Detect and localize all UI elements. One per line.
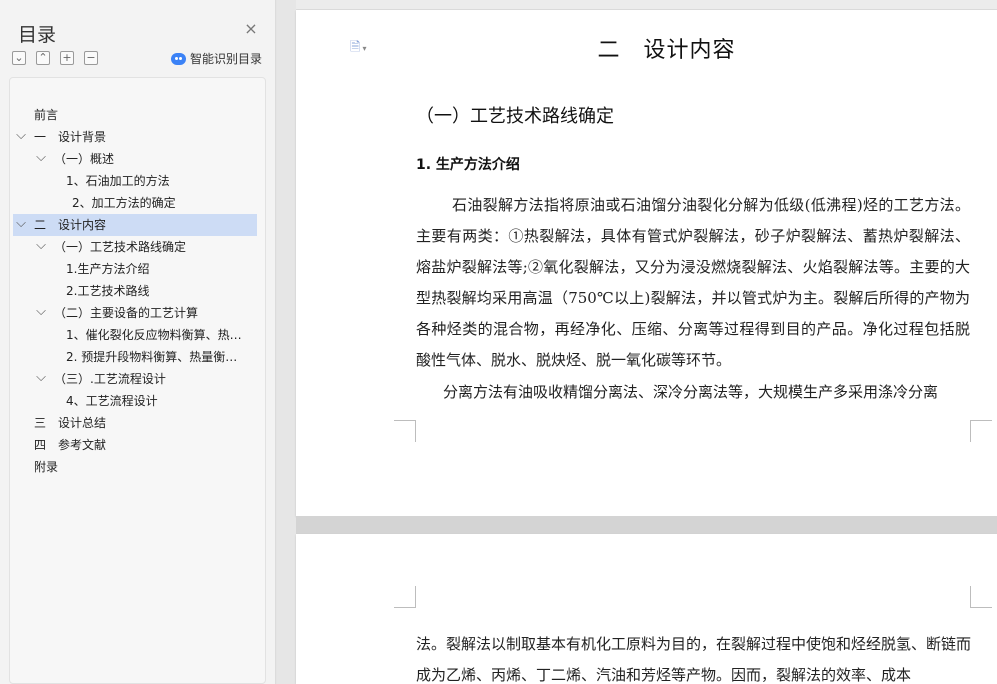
- margin-corner-mark: [394, 420, 416, 442]
- toc-item-label: 1、催化裂化反应物料衡算、热…: [66, 328, 242, 342]
- toc-item-label: （二）主要设备的工艺计算: [54, 306, 199, 320]
- paragraph: 法。裂解法以制取基本有机化工原料为目的，在裂解过程中使饱和烃经脱氢、断链而成为乙…: [416, 635, 972, 684]
- margin-corner-mark: [970, 586, 992, 608]
- margin-corner-mark: [394, 586, 416, 608]
- sidebar-splitter[interactable]: [277, 0, 296, 684]
- expand-all-icon[interactable]: ⌄: [12, 51, 26, 65]
- margin-corner-mark: [970, 420, 992, 442]
- toc-item[interactable]: 二 设计内容: [13, 214, 257, 236]
- close-icon[interactable]: ×: [244, 21, 258, 37]
- ai-cloud-icon: [171, 52, 186, 65]
- paragraph: 分离方法有油吸收精馏分离法、深冷分离法等，大规模生产多采用涤冷分离: [443, 383, 939, 401]
- chevron-down-icon[interactable]: [15, 214, 27, 236]
- toc-item[interactable]: 4、工艺流程设计: [13, 390, 257, 412]
- smart-toc-label: 智能识别目录: [190, 52, 263, 66]
- toc-item-label: 1.生产方法介绍: [66, 262, 150, 276]
- chevron-down-icon[interactable]: [35, 368, 47, 390]
- toc-item-label: （一）概述: [54, 152, 115, 166]
- smart-toc-button[interactable]: 智能识别目录: [171, 50, 262, 67]
- toc-item[interactable]: 2、加工方法的确定: [13, 192, 257, 214]
- toc-item[interactable]: 2. 预提升段物料衡算、热量衡…: [13, 346, 257, 368]
- chevron-down-icon[interactable]: [15, 126, 27, 148]
- chevron-down-icon[interactable]: [35, 236, 47, 258]
- toc-item[interactable]: （三）.工艺流程设计: [13, 368, 257, 390]
- toc-item[interactable]: 1、石油加工的方法: [13, 170, 257, 192]
- toc-item[interactable]: 1、催化裂化反应物料衡算、热…: [13, 324, 257, 346]
- toc-toolbar: ⌄ ⌃ + −: [12, 51, 98, 65]
- chevron-down-icon[interactable]: [35, 302, 47, 324]
- paragraph: 石油裂解方法指将原油或石油馏分油裂化分解为低级(低沸程)烃的工艺方法。主要有两类…: [416, 196, 970, 369]
- section-heading: （一）工艺技术路线确定: [416, 106, 614, 127]
- toc-item-label: 三 设计总结: [34, 416, 107, 430]
- toc-item-label: 二 设计内容: [34, 218, 107, 232]
- document-page[interactable]: 法。裂解法以制取基本有机化工原料为目的，在裂解过程中使饱和烃经脱氢、断链而成为乙…: [296, 534, 997, 684]
- toc-item-label: 2.工艺技术路线: [66, 284, 150, 298]
- chapter-heading: 二 设计内容: [597, 38, 736, 63]
- toc-item[interactable]: 四 参考文献: [13, 434, 257, 456]
- toc-item-label: 4、工艺流程设计: [66, 394, 158, 408]
- toc-item-label: 附录: [34, 460, 59, 474]
- toc-item-label: 四 参考文献: [34, 438, 107, 452]
- toc-item[interactable]: 三 设计总结: [13, 412, 257, 434]
- previous-page-edge: [296, 0, 997, 10]
- document-page[interactable]: 🗎 ▾ 二 设计内容 （一）工艺技术路线确定 1. 生产方法介绍 石油裂解方法指将…: [296, 10, 997, 516]
- toc-sidebar: 目录 × ⌄ ⌃ + − 智能识别目录 前言一 设计背景 （一）概述 1、石油加工的…: [0, 0, 276, 684]
- sidebar-title: 目录: [18, 24, 57, 46]
- collapse-all-icon[interactable]: ⌃: [36, 51, 50, 65]
- remove-heading-icon[interactable]: −: [84, 51, 98, 65]
- chevron-down-icon[interactable]: [35, 148, 47, 170]
- toc-item[interactable]: 1.生产方法介绍: [13, 258, 257, 280]
- toc-item-label: （三）.工艺流程设计: [54, 372, 166, 386]
- toc-item-label: 前言: [34, 108, 59, 122]
- page-gap: [296, 516, 997, 534]
- subsection-heading: 1. 生产方法介绍: [416, 157, 520, 173]
- toc-item-label: 2. 预提升段物料衡算、热量衡…: [66, 350, 238, 364]
- toc-item-label: 2、加工方法的确定: [72, 196, 176, 210]
- toc-item[interactable]: （一）概述: [13, 148, 257, 170]
- toc-item[interactable]: 前言: [13, 104, 257, 126]
- toc-item-label: 1、石油加工的方法: [66, 174, 170, 188]
- toc-item-label: （一）工艺技术路线确定: [54, 240, 187, 254]
- toc-item-label: 一 设计背景: [34, 130, 107, 144]
- toc-item[interactable]: （二）主要设备的工艺计算: [13, 302, 257, 324]
- toc-item[interactable]: 一 设计背景: [13, 126, 257, 148]
- toc-item[interactable]: （一）工艺技术路线确定: [13, 236, 257, 258]
- toc-item[interactable]: 附录: [13, 456, 257, 478]
- add-heading-icon[interactable]: +: [60, 51, 74, 65]
- toc-item[interactable]: 2.工艺技术路线: [13, 280, 257, 302]
